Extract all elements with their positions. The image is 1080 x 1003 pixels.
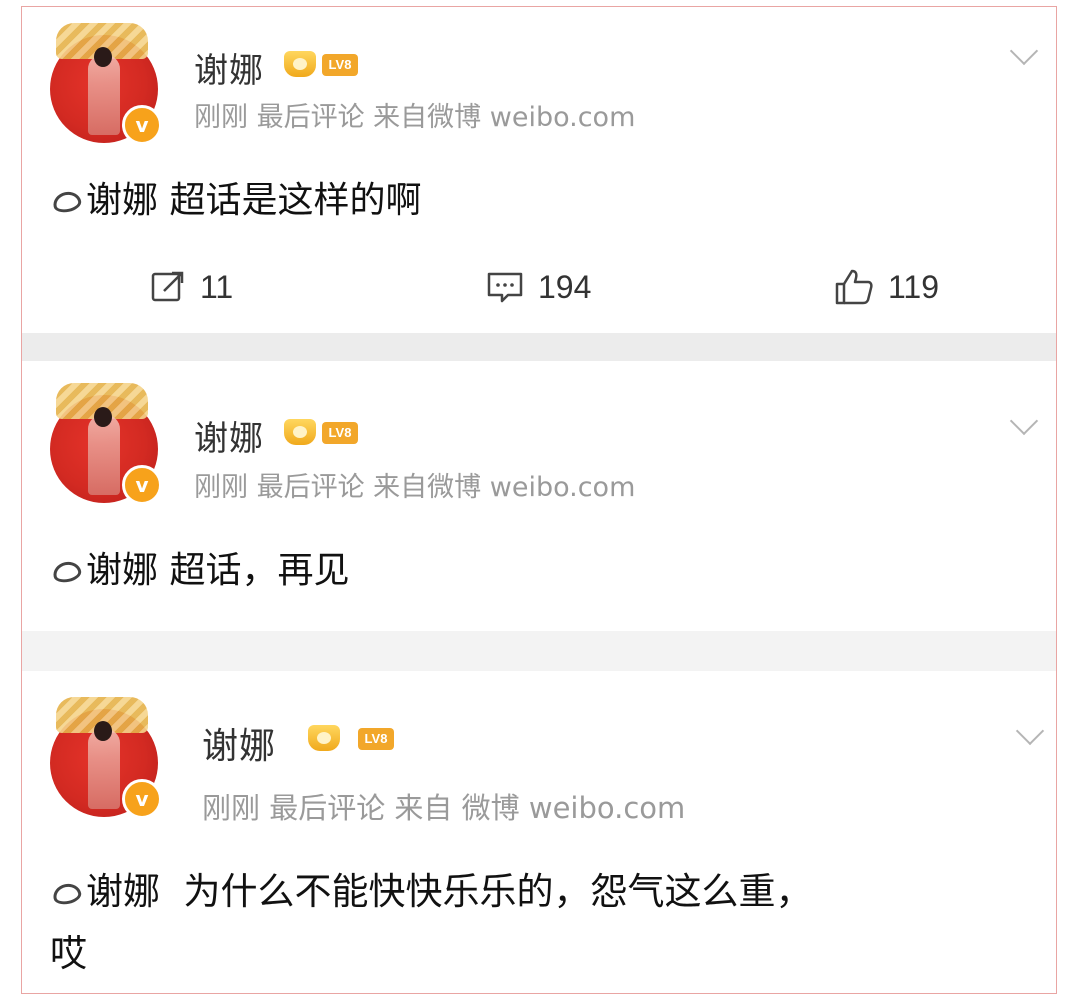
post-card-3[interactable]: v 谢娜 LV8 刚刚 最后评论 来自 微博 weibo.com 谢娜 为什么不… [22,671,1056,993]
share-icon [151,271,184,302]
action-bar: 11 194 119 [22,257,1056,317]
post-text: 谢娜 超话是这样的啊 [50,171,421,223]
username[interactable]: 谢娜 [194,43,264,92]
chevron-down-icon[interactable] [1015,716,1045,746]
post-meta: 刚刚 最后评论 来自 微博 weibo.com [202,791,686,825]
crown-icon [284,51,316,77]
chevron-down-icon[interactable] [1009,36,1039,66]
avatar[interactable]: v [50,697,162,819]
share-count: 11 [200,268,234,305]
crown-icon [308,725,340,751]
screenshot-frame: v 谢娜 LV8 刚刚 最后评论 来自微博 weibo.com 谢娜 超话是这样… [21,6,1057,994]
username[interactable]: 谢娜 [194,411,264,460]
crown-icon [284,419,316,445]
post-meta: 刚刚 最后评论 来自微博 weibo.com [194,102,636,133]
thumbs-up-icon [835,269,873,305]
like-button[interactable]: 119 [834,257,939,317]
post-text: 谢娜 超话，再见 [50,541,349,593]
avatar-head [94,407,112,427]
avatar-figure [88,729,120,809]
level-badge: LV8 [358,728,394,750]
topic-name[interactable]: 谢娜 [86,870,160,913]
post-content-line-2: 哎 [50,932,87,975]
share-button[interactable]: 11 [150,257,233,317]
avatar[interactable]: v [50,23,162,145]
topic-name[interactable]: 谢娜 [86,550,158,591]
avatar[interactable]: v [50,383,162,505]
supertopic-diamond-icon [50,883,80,901]
avatar-figure [88,55,120,135]
like-count: 119 [888,268,940,305]
verified-v-icon: v [122,105,162,145]
avatar-figure [88,415,120,495]
post-meta: 刚刚 最后评论 来自微博 weibo.com [194,472,636,503]
username[interactable]: 谢娜 [202,717,276,769]
post-divider [22,333,1056,361]
post-content: 超话，再见 [169,550,350,591]
level-badge: LV8 [322,54,358,76]
post-divider [22,631,1056,671]
post-content-line-1: 为什么不能快快乐乐的，怨气这么重， [183,870,813,913]
post-text: 谢娜 为什么不能快快乐乐的，怨气这么重， [50,861,813,915]
post-card-2[interactable]: v 谢娜 LV8 刚刚 最后评论 来自微博 weibo.com 谢娜 超话，再见 [22,361,1056,631]
topic-name[interactable]: 谢娜 [86,180,158,221]
verified-v-icon: v [122,465,162,505]
comment-icon [487,272,523,303]
chevron-down-icon[interactable] [1009,406,1039,436]
avatar-head [94,47,112,67]
supertopic-diamond-icon [50,561,80,579]
avatar-head [94,721,112,741]
post-content: 超话是这样的啊 [169,180,422,221]
comment-count: 194 [538,268,592,305]
post-card-1[interactable]: v 谢娜 LV8 刚刚 最后评论 来自微博 weibo.com 谢娜 超话是这样… [22,7,1056,333]
verified-v-icon: v [122,779,162,819]
comment-button[interactable]: 194 [486,257,591,317]
supertopic-diamond-icon [50,191,80,209]
level-badge: LV8 [322,422,358,444]
